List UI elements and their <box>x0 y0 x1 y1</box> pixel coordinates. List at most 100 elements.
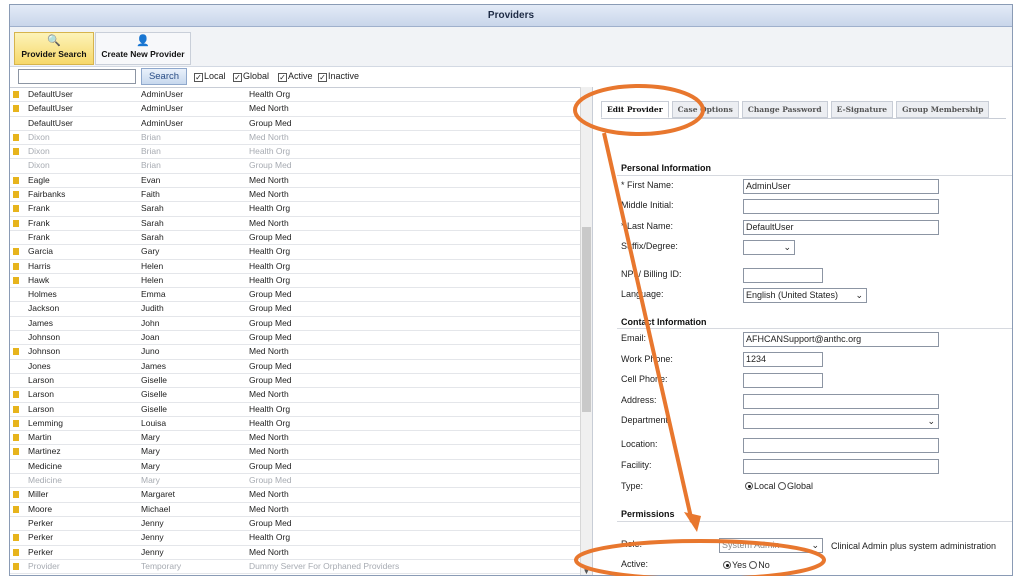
last-name-cell: Perker <box>28 532 54 543</box>
table-row[interactable]: Dixon Brian Health Org <box>10 145 590 160</box>
table-row[interactable]: Hawk Helen Health Org <box>10 274 590 289</box>
table-row[interactable]: Fairbanks Faith Med North <box>10 188 590 203</box>
local-marker-icon <box>13 405 19 413</box>
filter-inactive-checkbox[interactable]: ✓ Inactive <box>318 71 359 82</box>
table-row[interactable]: Johnson Joan Group Med <box>10 331 590 346</box>
active-no-radio[interactable] <box>749 561 758 569</box>
table-row[interactable]: James John Group Med <box>10 317 590 332</box>
create-new-provider-button[interactable]: 👤 Create New Provider <box>95 32 191 65</box>
table-row[interactable]: Jackson Judith Group Med <box>10 302 590 317</box>
active-yes-radio[interactable] <box>723 561 731 569</box>
work-phone-input[interactable]: 1234 <box>743 352 823 367</box>
active-yes-label: Yes <box>732 560 747 570</box>
table-row[interactable]: Frank Sarah Group Med <box>10 231 590 246</box>
table-row[interactable]: Moore Michael Med North <box>10 503 590 517</box>
role-select[interactable]: System Admin ⌄ <box>719 538 823 553</box>
location-label: Location: <box>621 439 658 449</box>
cell-phone-input[interactable] <box>743 373 823 388</box>
table-row[interactable]: Perker Jenny Health Org <box>10 531 590 546</box>
table-row[interactable]: Provider Temporary Dummy Server For Orphan… <box>10 560 590 575</box>
department-select[interactable]: ⌄ <box>743 414 939 429</box>
table-row[interactable]: DefaultUser AdminUser Health Org <box>10 88 590 103</box>
location-input[interactable] <box>743 438 939 453</box>
last-name-cell: Dixon <box>28 146 50 157</box>
scrollbar-thumb[interactable] <box>582 227 591 412</box>
last-name-input[interactable]: DefaultUser <box>743 220 939 235</box>
table-row[interactable]: Medicine Mary Group Med <box>10 474 590 489</box>
type-global-radio[interactable] <box>778 482 787 490</box>
checkmark-icon: ✓ <box>278 73 287 82</box>
tab-change-password[interactable]: Change Password <box>741 101 828 118</box>
last-name-cell: Lemming <box>28 417 63 428</box>
local-marker-icon <box>13 348 19 356</box>
type-local-radio[interactable] <box>745 482 753 490</box>
table-row[interactable]: Lemming Louisa Health Org <box>10 417 590 432</box>
filter-global-checkbox[interactable]: ✓ Global <box>233 71 269 82</box>
local-marker-icon <box>13 391 19 399</box>
checkmark-icon: ✓ <box>318 73 327 82</box>
type-label: Type: <box>621 481 644 491</box>
first-name-label: * First Name: <box>621 180 674 190</box>
table-row[interactable]: Larson Giselle Health Org <box>10 403 590 417</box>
organization-cell: Med North <box>249 503 289 514</box>
table-row[interactable]: Dixon Brian Group Med <box>10 159 590 174</box>
tab-edit-provider[interactable]: Edit Provider <box>601 101 669 118</box>
table-row[interactable]: Garcia Gary Health Org <box>10 245 590 260</box>
table-row[interactable]: Medicine Mary Group Med <box>10 460 590 475</box>
address-input[interactable] <box>743 394 939 409</box>
language-select[interactable]: English (United States) ⌄ <box>743 288 867 303</box>
table-row[interactable]: Jones James Group Med <box>10 360 590 374</box>
table-row[interactable]: Frank Sarah Med North <box>10 217 590 231</box>
facility-input[interactable] <box>743 459 939 474</box>
table-row[interactable]: Larson Giselle Med North <box>10 388 590 403</box>
first-name-cell: AdminUser <box>141 103 184 114</box>
tab-e-signature[interactable]: E-Signature <box>830 101 894 118</box>
type-global-label: Global <box>787 481 814 491</box>
role-description: Clinical Admin plus system administratio… <box>831 541 997 551</box>
table-row[interactable]: DefaultUser AdminUser Group Med <box>10 117 590 131</box>
local-marker-icon <box>13 191 19 199</box>
last-name-cell: Perker <box>28 517 54 528</box>
table-row[interactable]: Miller Margaret Med North <box>10 488 590 503</box>
filter-local-checkbox[interactable]: ✓ Local <box>194 71 226 82</box>
table-row[interactable]: Harris Helen Health Org <box>10 260 590 274</box>
scroll-down-icon[interactable]: ▼ <box>582 567 591 575</box>
table-row[interactable]: Larson Giselle Group Med <box>10 374 590 389</box>
tab-group-membership[interactable]: Group Membership <box>896 101 990 118</box>
tab-case-options[interactable]: Case Options <box>671 101 739 118</box>
search-input[interactable] <box>18 69 136 84</box>
table-row[interactable]: Perker Jenny Med North <box>10 546 590 560</box>
address-label: Address: <box>621 395 657 405</box>
table-row[interactable]: Johnson Juno Med North <box>10 345 590 360</box>
middle-initial-input[interactable] <box>743 199 939 214</box>
search-button[interactable]: Search <box>141 68 187 85</box>
provider-search-button[interactable]: 🔍 Provider Search <box>14 32 94 65</box>
first-name-cell: Jenny <box>141 532 164 543</box>
first-name-input[interactable]: AdminUser <box>743 179 939 194</box>
npi-input[interactable] <box>743 268 823 283</box>
table-row[interactable]: Perker Jenny Group Med <box>10 517 590 532</box>
table-row[interactable]: Frank Sarah Health Org <box>10 202 590 217</box>
suffix-label: Suffix/Degree: <box>621 241 678 251</box>
filter-active-checkbox[interactable]: ✓ Active <box>278 71 313 82</box>
suffix-select[interactable]: ⌄ <box>743 240 795 255</box>
filter-inactive-label: Inactive <box>328 71 360 81</box>
table-row[interactable]: DefaultUser AdminUser Med North <box>10 102 590 117</box>
table-row[interactable]: Holmes Emma Group Med <box>10 288 590 303</box>
table-row[interactable]: Eagle Evan Med North <box>10 174 590 189</box>
email-input[interactable]: AFHCANSupport@anthc.org <box>743 332 939 347</box>
organization-cell: Group Med <box>249 332 292 343</box>
list-scrollbar[interactable]: ▼ <box>580 87 592 575</box>
last-name-label: * Last Name: <box>621 221 674 231</box>
first-name-cell: AdminUser <box>141 117 184 128</box>
organization-cell: Group Med <box>249 231 292 242</box>
facility-label: Facility: <box>621 460 652 470</box>
first-name-cell: Helen <box>141 274 164 285</box>
first-name-cell: AdminUser <box>141 89 184 99</box>
middle-initial-label: Middle Initial: <box>621 200 674 210</box>
table-row[interactable]: Martinez Mary Med North <box>10 445 590 460</box>
last-name-cell: Frank <box>28 231 50 242</box>
local-marker-icon <box>13 434 19 442</box>
table-row[interactable]: Martin Mary Med North <box>10 431 590 446</box>
table-row[interactable]: Dixon Brian Med North <box>10 131 590 146</box>
